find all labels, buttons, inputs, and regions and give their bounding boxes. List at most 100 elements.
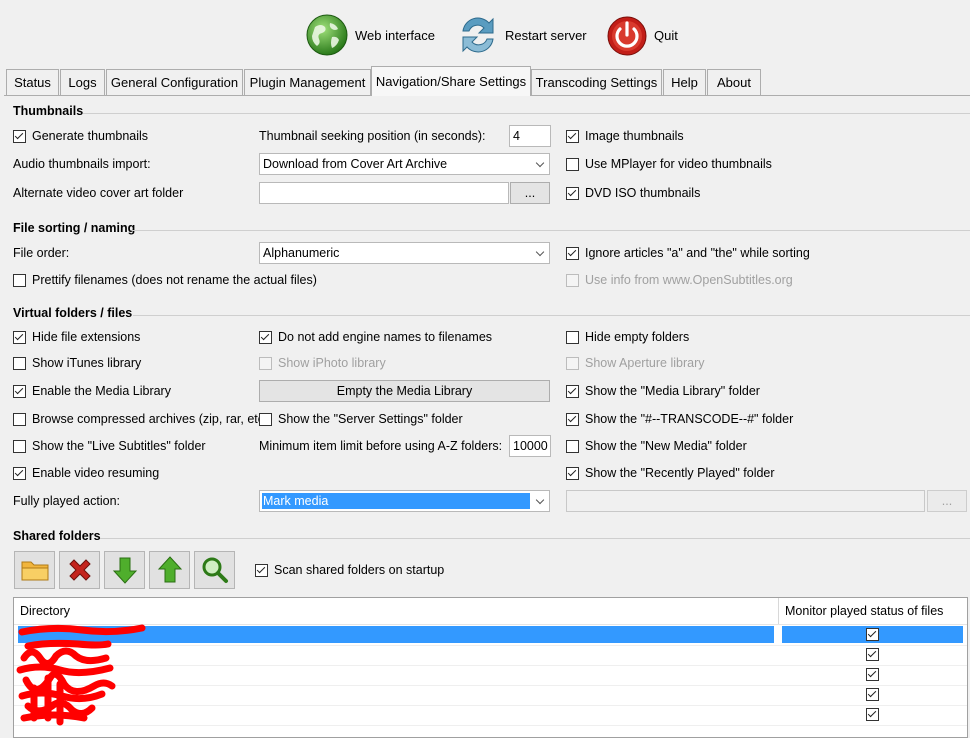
empty-media-library-button[interactable]: Empty the Media Library bbox=[259, 380, 550, 402]
tab-help[interactable]: Help bbox=[663, 69, 706, 95]
live-subtitles-checkbox[interactable]: Show the "Live Subtitles" folder bbox=[13, 437, 206, 455]
add-folder-button[interactable] bbox=[14, 551, 55, 589]
show-media-library-checkbox[interactable]: Show the "Media Library" folder bbox=[566, 382, 760, 400]
tab-logs[interactable]: Logs bbox=[60, 69, 105, 95]
generate-thumbnails-checkbox[interactable]: Generate thumbnails bbox=[13, 127, 148, 145]
tab-plugin-management[interactable]: Plugin Management bbox=[244, 69, 371, 95]
file-order-value: Alphanumeric bbox=[263, 246, 340, 260]
checkbox-box bbox=[566, 129, 579, 143]
section-thumbnails: Thumbnails bbox=[13, 104, 83, 118]
use-mplayer-checkbox[interactable]: Use MPlayer for video thumbnails bbox=[566, 155, 772, 173]
table-row[interactable] bbox=[14, 685, 967, 706]
server-settings-checkbox[interactable]: Show the "Server Settings" folder bbox=[259, 410, 463, 428]
itunes-checkbox[interactable]: Show iTunes library bbox=[13, 354, 141, 372]
az-limit-input[interactable]: 10000 bbox=[509, 435, 551, 457]
enable-media-library-label: Enable the Media Library bbox=[32, 384, 171, 398]
new-media-checkbox[interactable]: Show the "New Media" folder bbox=[566, 437, 747, 455]
web-interface-button[interactable]: Web interface bbox=[305, 8, 435, 62]
compressed-archives-checkbox[interactable]: Browse compressed archives (zip, rar, et… bbox=[13, 410, 272, 428]
power-icon bbox=[607, 16, 647, 56]
column-header-monitor-label: Monitor played status of files bbox=[785, 604, 944, 618]
column-header-monitor[interactable]: Monitor played status of files bbox=[779, 598, 967, 624]
shared-folders-table[interactable]: Directory Monitor played status of files bbox=[13, 597, 968, 738]
hide-extensions-label: Hide file extensions bbox=[32, 330, 141, 344]
monitor-checkbox[interactable] bbox=[866, 648, 879, 661]
table-row[interactable] bbox=[14, 665, 967, 686]
transcode-folder-checkbox[interactable]: Show the "#--TRANSCODE--#" folder bbox=[566, 410, 793, 428]
ignore-articles-checkbox[interactable]: Ignore articles "a" and "the" while sort… bbox=[566, 244, 810, 262]
folder-icon bbox=[21, 561, 48, 581]
server-settings-label: Show the "Server Settings" folder bbox=[278, 412, 463, 426]
no-engine-names-label: Do not add engine names to filenames bbox=[278, 330, 493, 344]
tab-navigation-share-settings[interactable]: Navigation/Share Settings bbox=[371, 66, 531, 96]
tab-general-configuration[interactable]: General Configuration bbox=[106, 69, 243, 95]
remove-folder-button[interactable] bbox=[59, 551, 100, 589]
image-thumbnails-label: Image thumbnails bbox=[585, 129, 684, 143]
alt-cover-input[interactable] bbox=[259, 182, 509, 204]
monitor-checkbox[interactable] bbox=[866, 628, 879, 641]
tab-logs-label: Logs bbox=[68, 75, 97, 90]
monitor-checkbox[interactable] bbox=[866, 668, 879, 681]
enable-media-library-checkbox[interactable]: Enable the Media Library bbox=[13, 382, 171, 400]
section-file-sorting-title: File sorting / naming bbox=[13, 221, 136, 235]
dvd-iso-label: DVD ISO thumbnails bbox=[585, 186, 701, 200]
checkbox-box bbox=[566, 273, 579, 287]
itunes-label: Show iTunes library bbox=[32, 356, 142, 370]
tab-about[interactable]: About bbox=[707, 69, 761, 95]
quit-button[interactable]: Quit bbox=[606, 8, 678, 62]
fully-played-select[interactable]: Mark media bbox=[259, 490, 550, 512]
checkbox-box bbox=[566, 384, 579, 398]
aperture-checkbox: Show Aperture library bbox=[566, 354, 705, 372]
move-up-button[interactable] bbox=[149, 551, 190, 589]
checkbox-box bbox=[13, 330, 26, 344]
fully-played-extra-input bbox=[566, 490, 925, 512]
table-row[interactable] bbox=[14, 625, 967, 646]
iphoto-label: Show iPhoto library bbox=[278, 356, 386, 370]
move-down-button[interactable] bbox=[104, 551, 145, 589]
az-limit-label: Minimum item limit before using A-Z fold… bbox=[259, 437, 502, 455]
video-resuming-checkbox[interactable]: Enable video resuming bbox=[13, 464, 159, 482]
restart-server-button[interactable]: Restart server bbox=[457, 8, 587, 62]
tab-status[interactable]: Status bbox=[6, 69, 59, 95]
column-header-directory-label: Directory bbox=[20, 604, 71, 618]
checkbox-box bbox=[566, 356, 579, 370]
hide-extensions-checkbox[interactable]: Hide file extensions bbox=[13, 328, 140, 346]
file-order-select[interactable]: Alphanumeric bbox=[259, 242, 550, 264]
recently-played-checkbox[interactable]: Show the "Recently Played" folder bbox=[566, 464, 775, 482]
alt-cover-browse-button[interactable]: ... bbox=[510, 182, 550, 204]
show-media-library-label: Show the "Media Library" folder bbox=[585, 384, 760, 398]
section-shared-folders: Shared folders bbox=[13, 529, 101, 543]
audio-import-label: Audio thumbnails import: bbox=[13, 155, 151, 173]
scan-folder-button[interactable] bbox=[194, 551, 235, 589]
tab-transcoding-settings-label: Transcoding Settings bbox=[535, 75, 658, 90]
chevron-down-icon bbox=[531, 491, 549, 511]
audio-import-select[interactable]: Download from Cover Art Archive bbox=[259, 153, 550, 175]
seek-position-value: 4 bbox=[513, 129, 520, 143]
az-limit-value: 10000 bbox=[513, 439, 548, 453]
table-row[interactable] bbox=[14, 705, 967, 726]
tab-help-label: Help bbox=[671, 75, 698, 90]
fully-played-label: Fully played action: bbox=[13, 492, 120, 510]
browse-label: ... bbox=[941, 494, 953, 508]
tab-transcoding-settings[interactable]: Transcoding Settings bbox=[531, 69, 662, 95]
image-thumbnails-checkbox[interactable]: Image thumbnails bbox=[566, 127, 684, 145]
section-divider bbox=[133, 315, 970, 316]
seek-position-input[interactable]: 4 bbox=[509, 125, 551, 147]
checkbox-box bbox=[13, 384, 26, 398]
hide-empty-folders-label: Hide empty folders bbox=[585, 330, 690, 344]
monitor-checkbox[interactable] bbox=[866, 708, 879, 721]
monitor-checkbox[interactable] bbox=[866, 688, 879, 701]
generate-thumbnails-label: Generate thumbnails bbox=[32, 129, 149, 143]
section-thumbnails-title: Thumbnails bbox=[13, 104, 84, 118]
hide-empty-folders-checkbox[interactable]: Hide empty folders bbox=[566, 328, 689, 346]
checkbox-box bbox=[259, 356, 272, 370]
no-engine-names-checkbox[interactable]: Do not add engine names to filenames bbox=[259, 328, 492, 346]
scan-on-startup-checkbox[interactable]: Scan shared folders on startup bbox=[255, 561, 444, 579]
opensubtitles-checkbox: Use info from www.OpenSubtitles.org bbox=[566, 271, 793, 289]
prettify-checkbox[interactable]: Prettify filenames (does not rename the … bbox=[13, 271, 317, 289]
dvd-iso-checkbox[interactable]: DVD ISO thumbnails bbox=[566, 184, 700, 202]
section-divider bbox=[83, 113, 970, 114]
table-row[interactable] bbox=[14, 645, 967, 666]
checkbox-box bbox=[566, 439, 579, 453]
scan-on-startup-label: Scan shared folders on startup bbox=[274, 563, 445, 577]
